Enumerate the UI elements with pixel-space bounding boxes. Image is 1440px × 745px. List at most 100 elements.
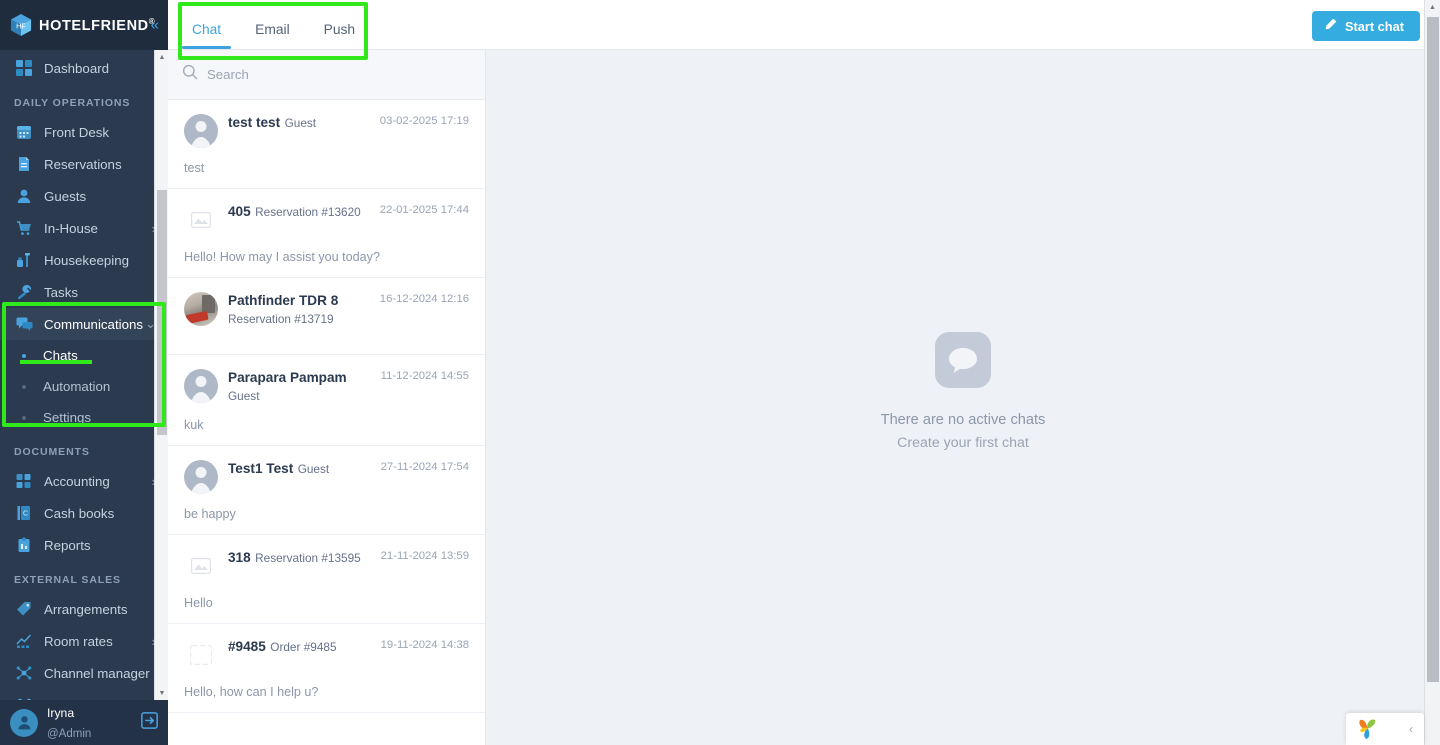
chat-list-scroll[interactable]: test test Guest 03-02-2025 17:19 test 40… (168, 100, 485, 745)
chat-list-item[interactable]: 318 Reservation #13595 21-11-2024 13:59 … (168, 535, 485, 624)
sidebar-item-settings[interactable]: Settings (0, 402, 168, 433)
chevrons-left-icon[interactable]: « (151, 18, 159, 33)
chat-preview: Hello (184, 596, 213, 610)
sidebar-scrollbar[interactable]: ▲ ▼ (154, 50, 168, 700)
support-widget[interactable]: ‹ (1346, 713, 1424, 745)
top-bar: Chat Email Push Start chat (168, 0, 1440, 50)
chat-list-item[interactable]: Test1 Test Guest 27-11-2024 17:54 be hap… (168, 446, 485, 535)
svg-text:C: C (23, 511, 28, 518)
avatar (184, 292, 218, 326)
channel-tabs: Chat Email Push (181, 0, 385, 49)
chat-list-item[interactable]: Pathfinder TDR 8 Reservation #13719 16-1… (168, 278, 485, 355)
avatar (184, 638, 218, 672)
sidebar-item-label: Communications (44, 316, 144, 332)
chat-subtitle: Guest (228, 389, 260, 403)
main-area: Chat Email Push Start chat Search test t… (168, 0, 1440, 745)
tag-icon (14, 600, 34, 618)
calendar-icon (14, 123, 34, 141)
empty-state-title: There are no active chats (880, 412, 1046, 428)
avatar (184, 549, 218, 583)
pinwheel-logo-icon (1354, 717, 1380, 741)
sidebar-item-cash-books[interactable]: C Cash books (0, 497, 168, 529)
sidebar-item-reservations[interactable]: Reservations (0, 148, 168, 180)
sidebar-user-profile[interactable]: Iryna @Admin (0, 700, 168, 745)
sidebar-item-arrangements[interactable]: Arrangements (0, 593, 168, 625)
chat-title: Parapara Pampam (228, 370, 347, 385)
wrench-icon (14, 283, 34, 301)
chat-title: #9485 (228, 639, 266, 654)
avatar (184, 369, 218, 403)
brand-name: HOTELFRIEND® (39, 16, 156, 34)
dashboard-grid-icon (14, 59, 34, 77)
sidebar-subitem-label: Settings (43, 410, 92, 425)
chat-subtitle: Reservation #13595 (255, 551, 361, 565)
sidebar-item-room-rates[interactable]: Room rates › (0, 625, 168, 657)
sidebar-nav-scroll: Dashboard DAILY OPERATIONS Front Desk Re… (0, 50, 168, 700)
sidebar-item-label: Reservations (44, 156, 122, 172)
chat-title: 318 (228, 550, 251, 565)
avatar (184, 203, 218, 237)
chat-list-item[interactable]: Parapara Pampam Guest 11-12-2024 14:55 k… (168, 355, 485, 446)
user-icon (14, 187, 34, 205)
chat-list-item[interactable]: 405 Reservation #13620 22-01-2025 17:44 … (168, 189, 485, 278)
search-input[interactable] (207, 67, 471, 82)
chat-subtitle: Order #9485 (270, 640, 337, 654)
start-chat-button[interactable]: Start chat (1311, 11, 1420, 41)
chat-preview: Hello! How may I assist you today? (184, 250, 380, 264)
sidebar-subitem-label: Chats (43, 348, 78, 363)
chat-title: 405 (228, 204, 251, 219)
chat-list-panel: test test Guest 03-02-2025 17:19 test (168, 50, 486, 745)
scroll-up-arrow-icon[interactable]: ▲ (1425, 0, 1440, 15)
logout-arrow-icon[interactable] (141, 711, 158, 734)
sidebar-item-front-desk[interactable]: Front Desk (0, 116, 168, 148)
chat-subtitle: Reservation #13620 (255, 205, 361, 219)
page-scroll-thumb[interactable] (1427, 17, 1439, 682)
sidebar-item-accounting[interactable]: Accounting › (0, 465, 168, 497)
chat-subtitle: Reservation #13719 (228, 312, 334, 326)
cart-icon (14, 219, 34, 237)
document-icon (14, 155, 34, 173)
sidebar-item-direct-sales[interactable]: Direct Sales › (0, 689, 168, 700)
tab-email[interactable]: Email (251, 22, 294, 49)
sidebar-item-label: Housekeeping (44, 252, 130, 268)
network-icon (14, 664, 34, 682)
scroll-up-arrow-icon[interactable]: ▲ (155, 50, 168, 64)
chat-preview: Hello, how can I help u? (184, 685, 319, 699)
sidebar-item-label: Reports (44, 537, 91, 553)
chat-timestamp: 16-12-2024 12:16 (379, 293, 469, 305)
sidebar-item-label: Arrangements (44, 601, 128, 617)
empty-state-subtitle: Create your first chat (897, 435, 1029, 451)
svg-text:HF: HF (16, 22, 26, 31)
page-scrollbar[interactable]: ▲ (1424, 0, 1440, 745)
sidebar-item-reports[interactable]: Reports (0, 529, 168, 561)
bullet-icon (22, 384, 26, 389)
brand-header: HF HOTELFRIEND® « (0, 0, 168, 50)
sidebar-item-channel-manager[interactable]: Channel manager (0, 657, 168, 689)
scroll-down-arrow-icon[interactable]: ▼ (155, 686, 168, 700)
sidebar-item-label: Accounting (44, 473, 110, 489)
sidebar-item-housekeeping[interactable]: Housekeeping (0, 244, 168, 276)
chat-list-item[interactable]: #9485 Order #9485 19-11-2024 14:38 Hello… (168, 624, 485, 713)
cube-logo-icon: HF (10, 13, 32, 37)
sidebar-item-automation[interactable]: Automation (0, 371, 168, 402)
sidebar-item-label: Front Desk (44, 124, 110, 140)
sidebar-item-in-house[interactable]: In-House › (0, 212, 168, 244)
sidebar-scroll-thumb[interactable] (157, 190, 167, 435)
cashbook-icon: C (14, 504, 34, 522)
search-bar[interactable] (168, 50, 485, 100)
sidebar-item-guests[interactable]: Guests (0, 180, 168, 212)
tab-chat[interactable]: Chat (181, 22, 232, 49)
chevron-left-icon[interactable]: ‹ (1409, 722, 1413, 736)
start-chat-label: Start chat (1344, 18, 1404, 34)
sidebar-item-dashboard[interactable]: Dashboard (0, 52, 168, 84)
sidebar-item-communications[interactable]: Communications ⌄ (0, 308, 168, 340)
bullet-icon (22, 415, 26, 420)
avatar (184, 460, 218, 494)
chat-timestamp: 11-12-2024 14:55 (380, 370, 469, 382)
sidebar-item-label: Cash books (44, 505, 115, 521)
tab-push[interactable]: Push (320, 22, 359, 49)
sidebar-item-tasks[interactable]: Tasks (0, 276, 168, 308)
sidebar-item-chats[interactable]: Chats (0, 340, 168, 371)
chat-preview: test (184, 161, 205, 175)
chat-list-item[interactable]: test test Guest 03-02-2025 17:19 test (168, 100, 485, 189)
